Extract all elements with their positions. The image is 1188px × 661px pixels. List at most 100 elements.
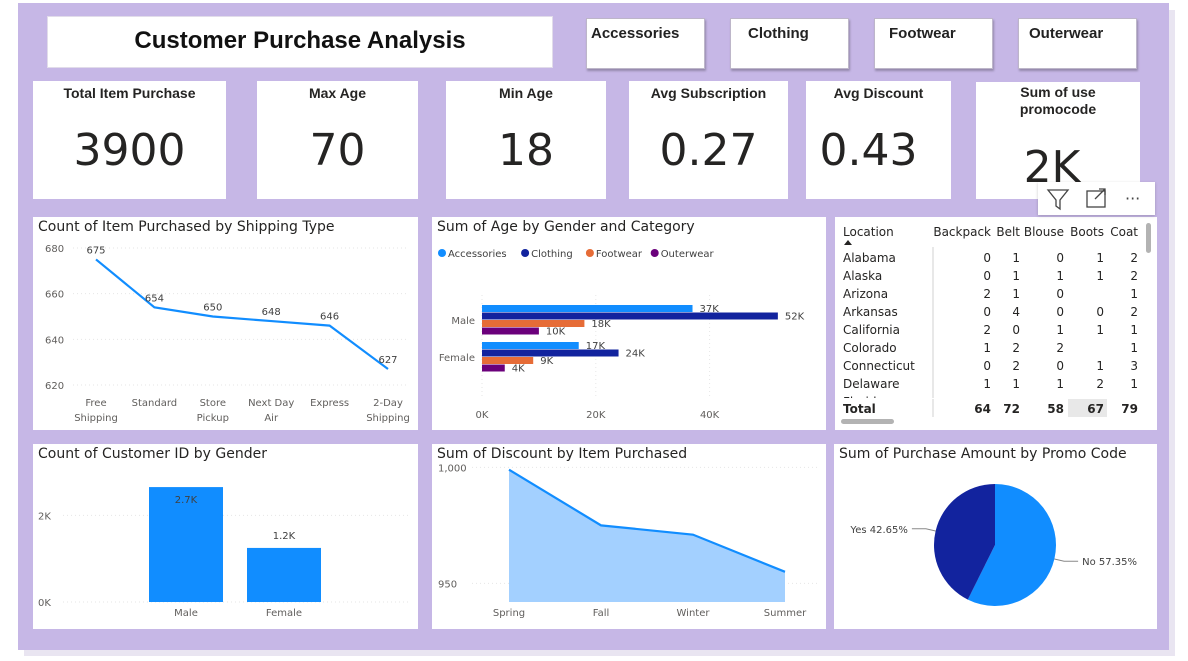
card-avg-discount: Avg Discount 0.43 [806, 81, 951, 199]
visual-discount-area-chart[interactable]: Sum of Discount by Item Purchased 950 1,0… [432, 444, 826, 629]
card-label: Avg Discount [833, 85, 924, 101]
card-label: Sum of use promocode [1019, 84, 1097, 117]
y-tick-label: 2K [38, 511, 51, 522]
matrix-cell: 0 [1012, 323, 1020, 337]
y-tick-label: Female [439, 353, 475, 364]
card-label: Min Age [499, 85, 553, 101]
data-label: 648 [262, 307, 281, 318]
matrix-cell: 2 [983, 323, 991, 337]
visual-gender-count-chart[interactable]: Count of Customer ID by Gender 0K 2K 2.7K M… [33, 444, 418, 629]
canvas-shadow [24, 650, 1175, 656]
row-header: Colorado [843, 341, 897, 355]
row-header: Connecticut [843, 359, 915, 373]
gender-count-bar-chart: 0K 2K 2.7K Male 1.2K Female [38, 487, 411, 619]
matrix-cell: 1 [1096, 359, 1104, 373]
discount-area-chart: 950 1,000 Spring Fall Winter Summer [438, 463, 817, 619]
data-label: 654 [145, 293, 164, 304]
x-tick-label: Shipping [74, 413, 118, 424]
slicer-clothing[interactable]: Clothing [730, 18, 849, 69]
matrix-cell: 1 [1130, 341, 1138, 355]
matrix-cell: 2 [1130, 269, 1138, 283]
visual-promo-pie-chart[interactable]: Sum of Purchase Amount by Promo Code Yes… [834, 444, 1157, 629]
legend-marker [585, 249, 594, 257]
data-label: No 57.35% [1082, 557, 1137, 568]
leader-line [1054, 558, 1079, 562]
matrix-cell: 1 [1012, 251, 1020, 265]
legend-label: Accessories [448, 249, 507, 260]
slicer-accessories[interactable]: Accessories [586, 18, 705, 69]
focus-mode-icon [1086, 188, 1106, 208]
data-label: 2.7K [175, 495, 198, 506]
series-line [95, 258, 389, 370]
matrix-cell: 1 [983, 377, 991, 391]
matrix-cell: 0 [1096, 305, 1104, 319]
matrix-cell: 0 [983, 269, 991, 283]
promo-pie-chart: Yes 42.65% No 57.35% [849, 484, 1137, 606]
x-tick-label: 0K [476, 410, 489, 421]
matrix-cell: 1 [1130, 323, 1138, 337]
matrix-cell: 1 [1012, 287, 1020, 301]
legend-marker [650, 249, 659, 257]
x-tick-label: Pickup [197, 413, 229, 424]
matrix-cell: 1 [1096, 323, 1104, 337]
card-max-age: Max Age 70 [257, 81, 418, 199]
legend-label: Footwear [596, 249, 643, 260]
x-tick-label: Spring [493, 608, 525, 619]
data-label: 646 [320, 312, 339, 323]
x-tick-label: Next Day [248, 398, 294, 409]
filter-button[interactable] [1040, 182, 1076, 215]
x-tick-label: Free [85, 398, 106, 409]
row-header: Delaware [843, 377, 900, 391]
horizontal-scrollbar [841, 419, 894, 424]
legend-marker [438, 249, 446, 257]
visual-age-gender-bar-chart[interactable]: Sum of Age by Gender and Category Access… [432, 217, 826, 430]
column-header: Belt [996, 225, 1020, 239]
card-total-item-purchase: Total Item Purchase 3900 [33, 81, 226, 199]
row-header: Arkansas [843, 305, 898, 319]
matrix-cell: 2 [1096, 377, 1104, 391]
bar [482, 312, 778, 320]
matrix-cell: 0 [983, 305, 991, 319]
focus-mode-button[interactable] [1078, 182, 1114, 215]
canvas-shadow [1169, 10, 1175, 655]
matrix-cell: 1 [1012, 377, 1020, 391]
column-header: Coat [1110, 225, 1138, 239]
x-tick-label: Air [264, 413, 279, 424]
column-header: Location [843, 225, 894, 239]
matrix-cell: 0 [1056, 305, 1064, 319]
x-tick-label: 40K [700, 410, 720, 421]
total-cell: 79 [1121, 402, 1138, 416]
matrix-cell: 0 [1056, 287, 1064, 301]
total-row-bg [835, 398, 1157, 418]
visual-location-matrix[interactable]: Location Backpack Belt Blouse Boots Coat Alaba… [835, 217, 1157, 430]
more-options-glyph: ··· [1125, 189, 1140, 208]
more-options-button[interactable]: ··· [1118, 182, 1154, 215]
slicer-outerwear-label: Outerwear [1029, 25, 1104, 42]
row-header: Alabama [843, 251, 896, 265]
more-options-icon: ··· [1125, 189, 1140, 208]
slicer-outerwear[interactable]: Outerwear [1018, 18, 1137, 69]
x-tick-label: Female [266, 608, 302, 619]
matrix-cell: 0 [1056, 359, 1064, 373]
location-matrix: Location Backpack Belt Blouse Boots Coat Alaba… [835, 223, 1157, 424]
matrix-cell: 1 [1130, 377, 1138, 391]
age-gender-bar-chart: Accessories Clothing Footwear Outerwear 0K 20… [438, 249, 805, 421]
matrix-cell: 0 [1056, 251, 1064, 265]
slicer-footwear[interactable]: Footwear [874, 18, 993, 69]
x-tick-label: Fall [593, 608, 610, 619]
data-label: 1.2K [273, 531, 296, 542]
filter-icon [1046, 189, 1070, 211]
matrix-cell: 2 [983, 287, 991, 301]
bar [482, 320, 585, 327]
visual-shipping-line-chart[interactable]: Count of Item Purchased by Shipping Type… [33, 217, 418, 430]
legend-label: Outerwear [661, 249, 715, 260]
slicer-footwear-label: Footwear [889, 25, 956, 42]
y-tick-label: 620 [45, 381, 64, 392]
matrix-cell: 4 [1012, 305, 1020, 319]
total-cell: 72 [1003, 402, 1020, 416]
row-header: Alaska [843, 269, 882, 283]
total-cell: 64 [974, 402, 991, 416]
bar [482, 364, 505, 372]
x-tick-label: Shipping [366, 413, 410, 424]
card-label: Avg Subscription [650, 85, 767, 101]
